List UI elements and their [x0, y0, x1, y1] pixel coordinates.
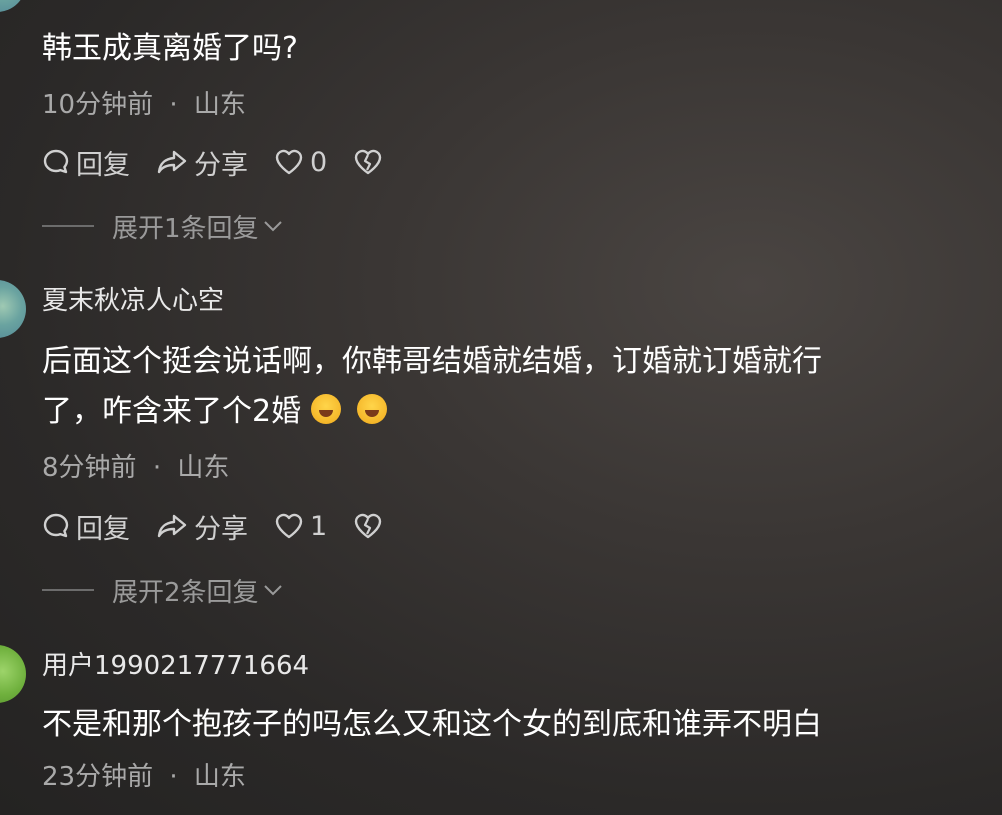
- comment-text: 韩玉成真离婚了吗?: [42, 31, 298, 66]
- like-button[interactable]: 1: [274, 511, 327, 542]
- comment-time: 23分钟前: [42, 762, 154, 792]
- like-button[interactable]: 0: [274, 147, 327, 178]
- share-icon: [157, 150, 187, 174]
- comment-text: 后面这个挺会说话啊，你韩哥结婚就结婚，订婚就订婚就行 了，咋含来了个2婚: [42, 337, 822, 437]
- avatar[interactable]: [0, 645, 26, 703]
- share-button[interactable]: 分享: [156, 143, 248, 182]
- chevron-down-icon: [263, 585, 282, 596]
- heart-icon: [275, 513, 303, 539]
- comment-actions: 回复 分享 1: [42, 506, 415, 546]
- comment-location: 山东: [193, 762, 246, 792]
- broken-heart-icon: [354, 513, 382, 539]
- meta-separator: ·: [169, 90, 178, 120]
- avatar[interactable]: [0, 280, 26, 338]
- expand-label: 展开2条回复: [112, 577, 259, 608]
- expand-replies-button[interactable]: 展开1条回复: [42, 206, 283, 246]
- comment-text: 不是和那个抱孩子的吗怎么又和这个女的到底和谁弄不明白: [42, 707, 822, 742]
- chevron-down-icon: [263, 221, 282, 232]
- broken-heart-icon: [354, 149, 382, 175]
- laughing-crying-emoji-icon: [311, 394, 342, 424]
- reply-button[interactable]: 回复: [42, 507, 130, 546]
- comment-text-line: 后面这个挺会说话啊，你韩哥结婚就结婚，订婚就订婚就行: [42, 344, 822, 379]
- comment-text-line2: 了，咋含来了个2婚: [42, 394, 302, 429]
- reply-label: 回复: [76, 149, 130, 181]
- comment-location: 山东: [193, 90, 246, 120]
- comment-location: 山东: [177, 453, 230, 483]
- comment-meta: 23分钟前 · 山东: [42, 756, 246, 793]
- expand-label: 展开1条回复: [112, 213, 259, 244]
- dislike-button[interactable]: [353, 512, 389, 540]
- dislike-button[interactable]: [353, 148, 389, 176]
- comment-username[interactable]: 用户1990217771664: [42, 645, 309, 682]
- reply-button[interactable]: 回复: [42, 143, 130, 182]
- reply-label: 回复: [76, 513, 130, 545]
- expand-divider: [42, 589, 94, 591]
- heart-icon: [275, 149, 303, 175]
- comment-actions: 回复 分享 0: [42, 142, 415, 182]
- like-count: 1: [310, 510, 328, 542]
- share-button[interactable]: 分享: [156, 507, 248, 546]
- share-label: 分享: [194, 149, 248, 181]
- comment-username[interactable]: 夏末秋凉人心空: [42, 280, 224, 317]
- reply-icon: [43, 149, 69, 174]
- comment-meta: 8分钟前 · 山东: [42, 447, 229, 484]
- meta-separator: ·: [169, 762, 178, 792]
- comment-meta: 10分钟前 · 山东: [42, 84, 246, 121]
- meta-separator: ·: [152, 453, 162, 483]
- expand-divider: [42, 225, 94, 227]
- laughing-crying-emoji-icon: [357, 394, 388, 424]
- comment-time: 8分钟前: [42, 453, 137, 483]
- share-label: 分享: [194, 513, 248, 545]
- expand-replies-button[interactable]: 展开2条回复: [42, 570, 283, 610]
- like-count: 0: [310, 146, 328, 178]
- avatar[interactable]: [0, 0, 26, 12]
- comment-text-line: 了，咋含来了个2婚: [42, 387, 822, 437]
- reply-icon: [43, 513, 69, 538]
- share-icon: [157, 514, 187, 538]
- comment-time: 10分钟前: [42, 90, 154, 120]
